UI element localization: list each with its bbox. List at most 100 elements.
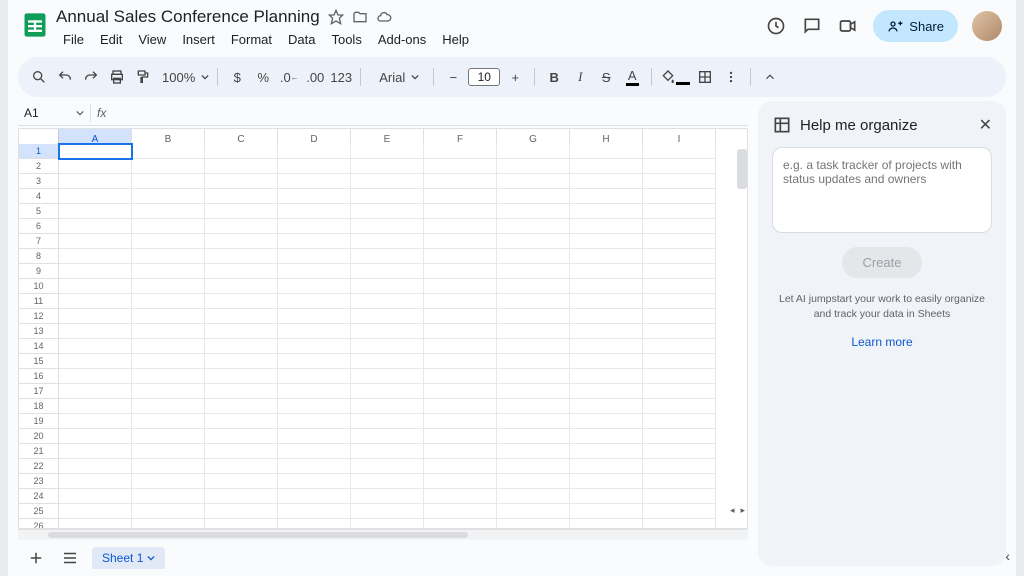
cell[interactable] — [351, 414, 424, 429]
cell[interactable] — [570, 399, 643, 414]
cell[interactable] — [351, 519, 424, 529]
row-header[interactable]: 16 — [19, 369, 59, 384]
cell[interactable] — [351, 504, 424, 519]
cell[interactable] — [351, 429, 424, 444]
cell[interactable] — [497, 474, 570, 489]
decrease-decimal-icon[interactable]: .0← — [278, 65, 300, 89]
cell[interactable] — [59, 174, 132, 189]
cell[interactable] — [351, 474, 424, 489]
row-header[interactable]: 11 — [19, 294, 59, 309]
history-icon[interactable] — [765, 15, 787, 37]
row-header[interactable]: 25 — [19, 504, 59, 519]
cell[interactable] — [132, 219, 205, 234]
currency-icon[interactable]: $ — [226, 65, 248, 89]
row-header[interactable]: 22 — [19, 459, 59, 474]
cell[interactable] — [205, 399, 278, 414]
cell[interactable] — [497, 369, 570, 384]
cell[interactable] — [351, 174, 424, 189]
cell[interactable] — [59, 189, 132, 204]
cell[interactable] — [205, 309, 278, 324]
menu-data[interactable]: Data — [281, 30, 322, 49]
menu-file[interactable]: File — [56, 30, 91, 49]
cell[interactable] — [424, 144, 497, 159]
share-button[interactable]: Share — [873, 10, 958, 42]
cell[interactable] — [205, 414, 278, 429]
document-title[interactable]: Annual Sales Conference Planning — [56, 7, 320, 27]
row-header[interactable]: 8 — [19, 249, 59, 264]
row-header[interactable]: 7 — [19, 234, 59, 249]
cell[interactable] — [643, 384, 716, 399]
cell[interactable] — [278, 414, 351, 429]
cell[interactable] — [351, 189, 424, 204]
cell[interactable] — [424, 279, 497, 294]
cell[interactable] — [59, 144, 132, 159]
cell[interactable] — [497, 144, 570, 159]
cell[interactable] — [205, 339, 278, 354]
increase-font-icon[interactable]: + — [504, 65, 526, 89]
all-sheets-button[interactable] — [58, 546, 82, 570]
cell[interactable] — [424, 189, 497, 204]
cell[interactable] — [570, 309, 643, 324]
move-folder-icon[interactable] — [352, 9, 368, 25]
cell[interactable] — [132, 489, 205, 504]
cell[interactable] — [59, 339, 132, 354]
cell[interactable] — [570, 234, 643, 249]
cell[interactable] — [59, 219, 132, 234]
cell[interactable] — [643, 369, 716, 384]
cell[interactable] — [59, 399, 132, 414]
cell[interactable] — [643, 279, 716, 294]
row-header[interactable]: 6 — [19, 219, 59, 234]
cell[interactable] — [643, 519, 716, 529]
row-header[interactable]: 26 — [19, 519, 59, 529]
cell[interactable] — [278, 459, 351, 474]
cell[interactable] — [497, 354, 570, 369]
cell[interactable] — [424, 414, 497, 429]
increase-decimal-icon[interactable]: .00 — [304, 65, 326, 89]
cell[interactable] — [59, 309, 132, 324]
cell[interactable] — [59, 234, 132, 249]
cell[interactable] — [570, 324, 643, 339]
cell[interactable] — [351, 444, 424, 459]
cell[interactable] — [278, 234, 351, 249]
cell[interactable] — [351, 324, 424, 339]
cell[interactable] — [424, 459, 497, 474]
cell[interactable] — [643, 189, 716, 204]
row-header[interactable]: 15 — [19, 354, 59, 369]
cell[interactable] — [643, 399, 716, 414]
cell[interactable] — [278, 144, 351, 159]
cell[interactable] — [570, 474, 643, 489]
menu-tools[interactable]: Tools — [324, 30, 368, 49]
cell[interactable] — [424, 369, 497, 384]
bold-button[interactable]: B — [543, 65, 565, 89]
cell[interactable] — [643, 294, 716, 309]
cell[interactable] — [278, 429, 351, 444]
search-menus-icon[interactable] — [28, 65, 50, 89]
cell[interactable] — [205, 294, 278, 309]
cell[interactable] — [351, 489, 424, 504]
cell[interactable] — [497, 294, 570, 309]
cell[interactable] — [132, 189, 205, 204]
cell[interactable] — [132, 249, 205, 264]
cell[interactable] — [424, 444, 497, 459]
cell[interactable] — [351, 369, 424, 384]
cell[interactable] — [643, 144, 716, 159]
decrease-font-icon[interactable]: − — [442, 65, 464, 89]
cell[interactable] — [351, 399, 424, 414]
create-button[interactable]: Create — [842, 247, 921, 278]
cell[interactable] — [351, 309, 424, 324]
cell[interactable] — [424, 399, 497, 414]
cell[interactable] — [59, 504, 132, 519]
cell[interactable] — [497, 399, 570, 414]
cell[interactable] — [497, 309, 570, 324]
cell[interactable] — [424, 504, 497, 519]
cell[interactable] — [570, 444, 643, 459]
cell[interactable] — [132, 444, 205, 459]
menu-view[interactable]: View — [131, 30, 173, 49]
cell[interactable] — [205, 324, 278, 339]
cell[interactable] — [643, 414, 716, 429]
cell[interactable] — [278, 519, 351, 529]
cell[interactable] — [570, 159, 643, 174]
cell[interactable] — [278, 474, 351, 489]
cell[interactable] — [570, 414, 643, 429]
cell[interactable] — [497, 204, 570, 219]
